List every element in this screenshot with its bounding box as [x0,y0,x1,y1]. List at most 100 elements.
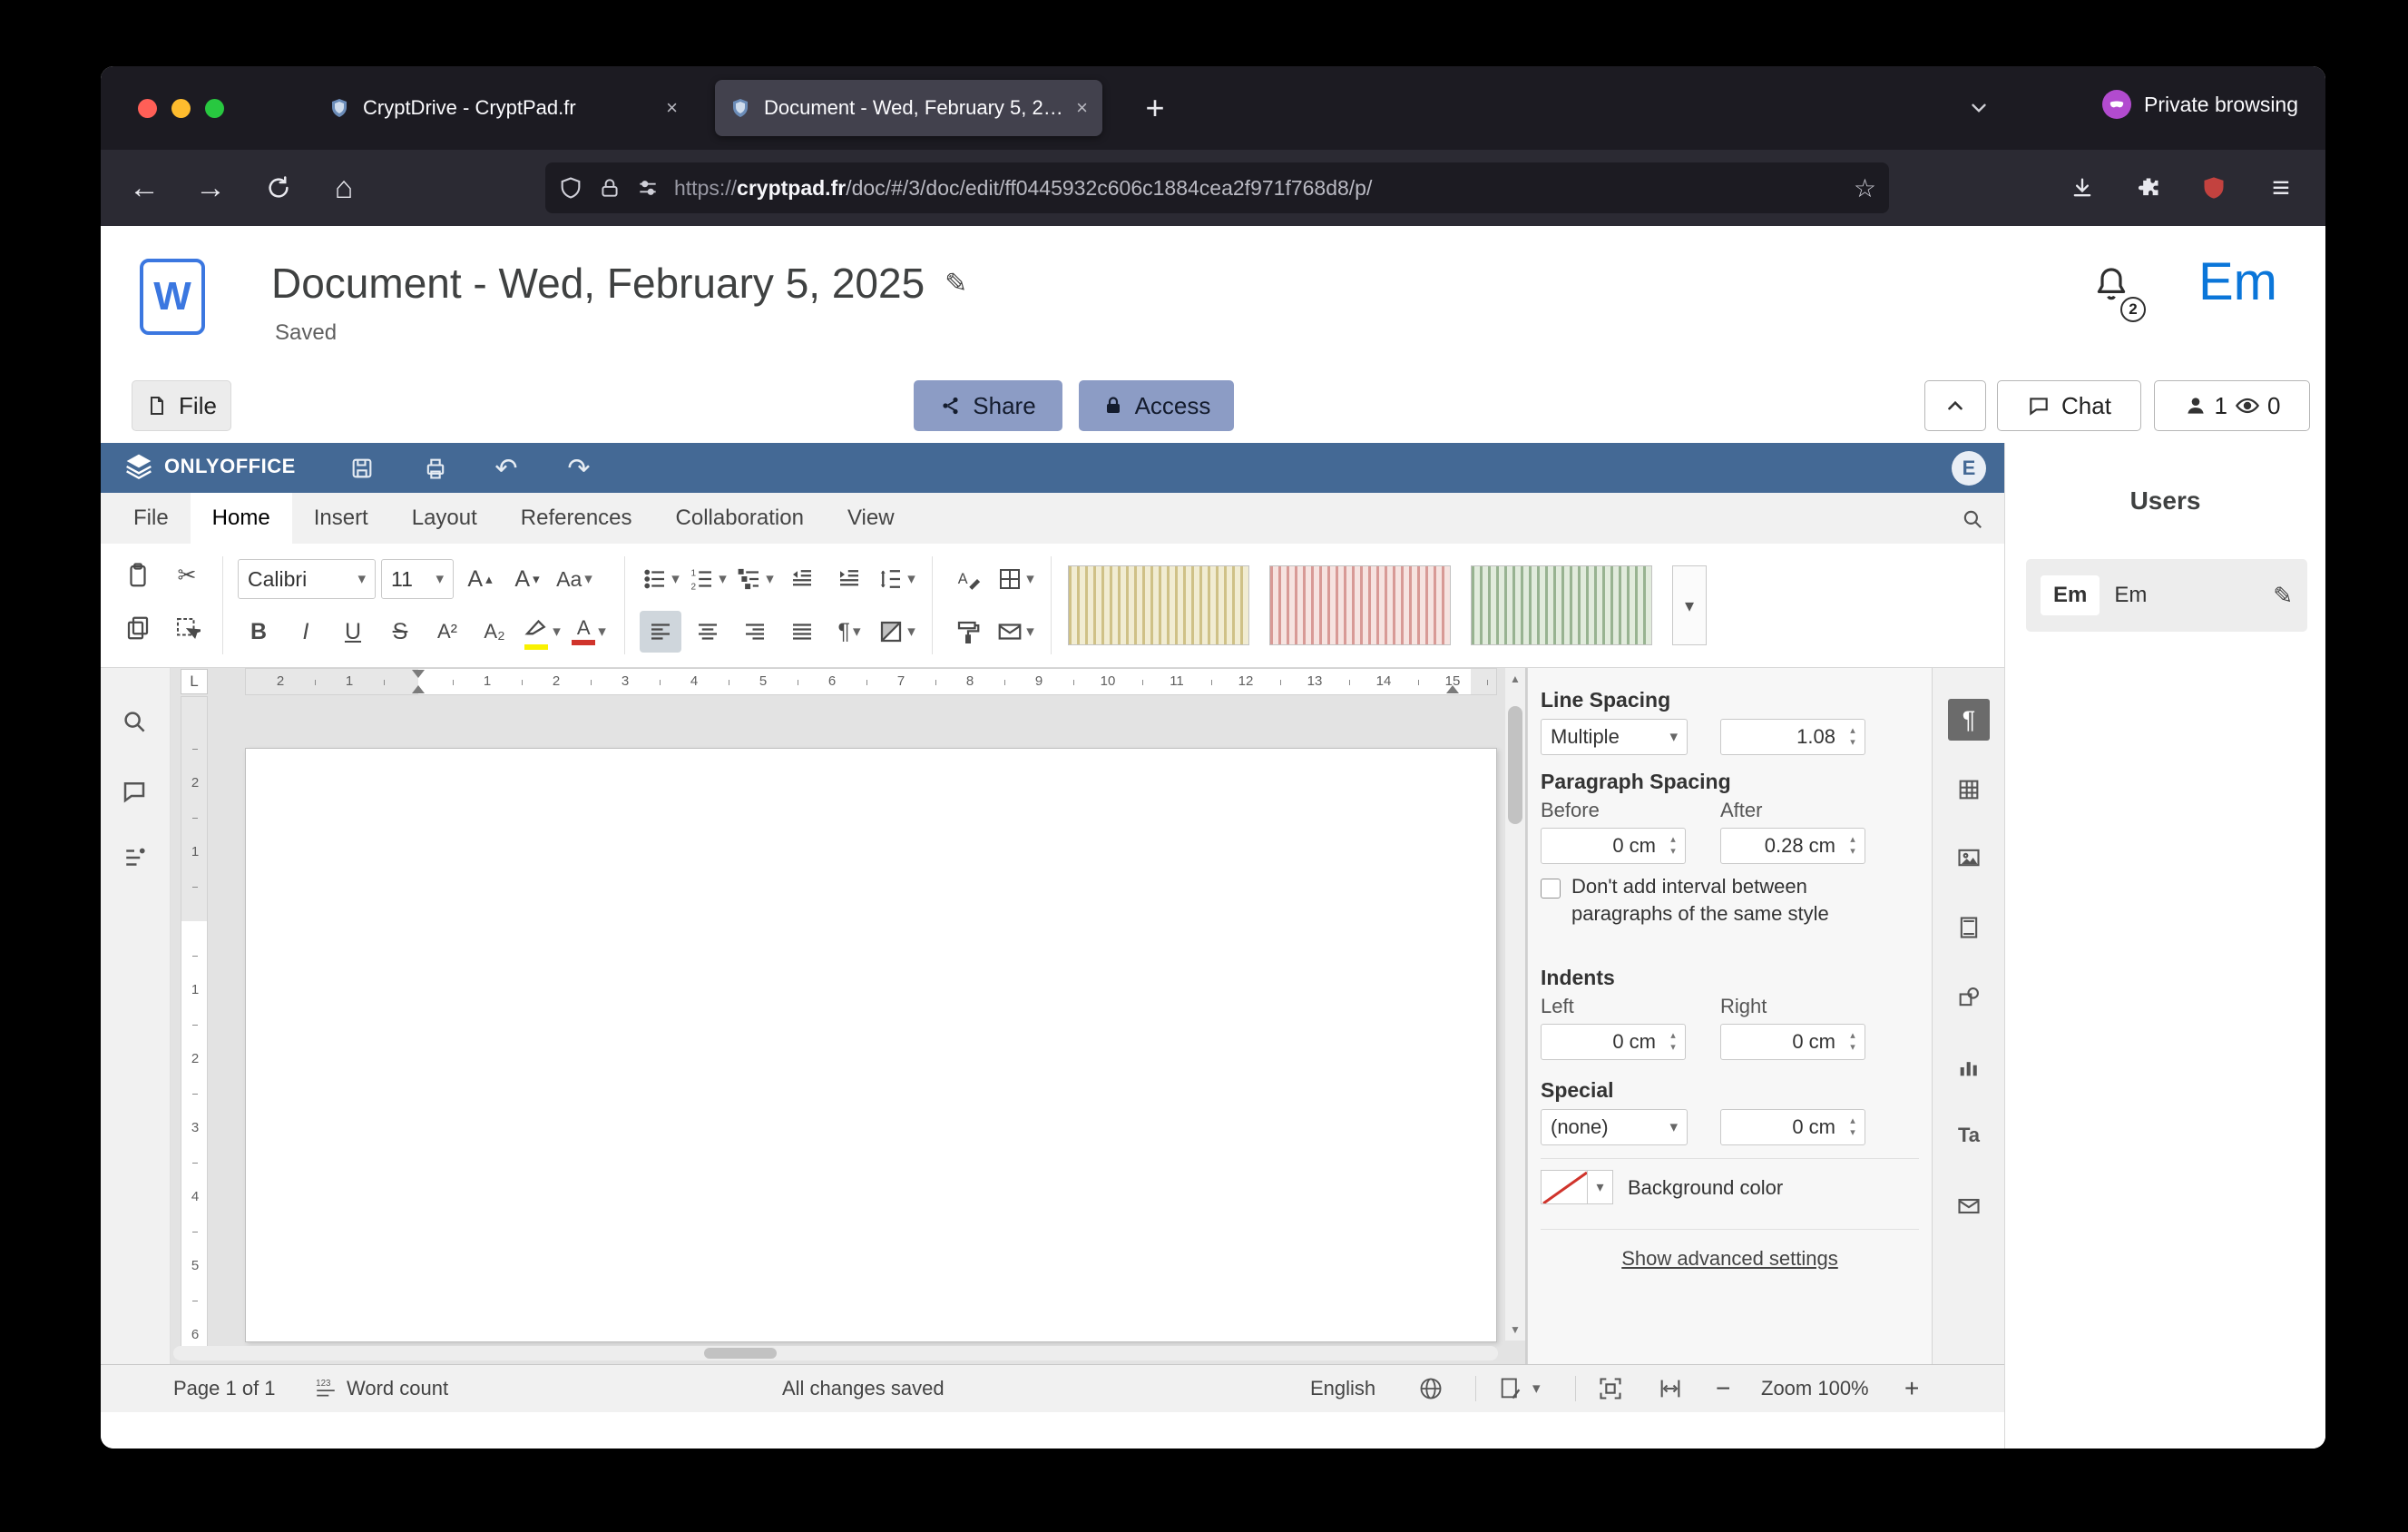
extensions-puzzle-icon[interactable] [2125,164,2172,211]
lock-icon[interactable] [598,176,622,200]
background-color-dropdown[interactable]: ▾ [1588,1170,1613,1204]
tab-overflow-chevron-icon[interactable] [1959,90,1999,126]
special-indent-spinner[interactable]: 0 cm▴▾ [1720,1109,1865,1145]
forward-button[interactable]: → [187,164,234,211]
italic-button[interactable]: I [285,611,327,653]
text-art-settings-icon[interactable]: Ta [1954,1121,1983,1150]
file-button[interactable]: File [132,380,231,431]
no-interval-checkbox[interactable] [1541,879,1561,899]
spacing-after-spinner[interactable]: 0.28 cm▴▾ [1720,828,1865,864]
comments-icon[interactable] [121,778,152,809]
vertical-scroll-thumb[interactable] [1508,706,1522,824]
multilevel-list-button[interactable]: ▾ [734,558,776,600]
first-line-indent-marker[interactable] [412,670,425,678]
app-menu-button[interactable]: ≡ [2257,164,2305,211]
bold-button[interactable]: B [238,611,279,653]
cut-icon[interactable]: ✂ [164,555,210,596]
downloads-button[interactable] [2059,164,2106,211]
clear-style-button[interactable]: A [947,558,989,600]
vertical-scrollbar[interactable]: ▲ ▼ [1505,668,1525,1340]
decrease-indent-button[interactable] [781,558,823,600]
bookmark-star-icon[interactable]: ☆ [1854,173,1876,203]
justify-button[interactable] [781,611,823,653]
permissions-sliders-icon[interactable] [636,176,660,200]
align-left-button[interactable] [640,611,681,653]
special-indent-select[interactable]: (none)▾ [1541,1109,1688,1145]
font-name-combo[interactable]: Calibri▾ [238,559,376,599]
paste-icon[interactable] [115,555,161,596]
bullet-list-button[interactable]: ▾ [640,558,681,600]
horizontal-scroll-thumb[interactable] [704,1348,777,1359]
search-icon[interactable] [1955,502,1990,536]
horizontal-scrollbar[interactable] [173,1346,1498,1360]
document-page[interactable] [245,748,1497,1342]
window-close-button[interactable] [138,99,157,118]
edit-user-pencil-icon[interactable]: ✎ [2273,582,2293,610]
styles-gallery-expand-button[interactable]: ▾ [1672,565,1707,645]
paragraph-settings-icon[interactable]: ¶ [1948,699,1990,741]
tab-references[interactable]: References [499,493,654,544]
increase-font-button[interactable]: A▴ [459,558,501,600]
notifications-bell-icon[interactable]: 2 [2090,264,2140,320]
left-indent-marker[interactable] [412,685,425,693]
underline-button[interactable]: U [332,611,374,653]
background-color-swatch[interactable] [1541,1170,1588,1204]
style-preview-1[interactable] [1068,565,1249,645]
adblock-shield-icon[interactable] [2190,164,2237,211]
redo-button[interactable]: ↷ [559,448,599,488]
image-settings-icon[interactable] [1954,843,1983,872]
document-language-globe-icon[interactable] [1418,1365,1444,1412]
advanced-settings-link[interactable]: Show advanced settings [1528,1247,1932,1271]
find-icon[interactable] [121,708,152,739]
copy-style-button[interactable] [947,611,989,653]
tab-collaboration[interactable]: Collaboration [654,493,826,544]
print-button[interactable] [416,448,455,488]
scroll-up-icon[interactable]: ▲ [1505,668,1525,690]
ruler-vertical[interactable]: 21123456 [181,696,208,1351]
editor-user-avatar[interactable]: E [1952,451,1986,486]
access-button[interactable]: Access [1079,380,1234,431]
user-avatar[interactable]: Em [2198,251,2277,312]
zoom-out-button[interactable]: − [1716,1365,1730,1412]
page-indicator[interactable]: Page 1 of 1 [173,1365,276,1412]
line-spacing-button[interactable]: ▾ [876,558,917,600]
tab-layout[interactable]: Layout [390,493,499,544]
user-list-item[interactable]: Em Em ✎ [2026,559,2307,632]
language-selector[interactable]: English [1310,1365,1375,1412]
select-all-icon[interactable] [164,607,210,649]
style-preview-3[interactable] [1471,565,1652,645]
edit-title-pencil-icon[interactable]: ✎ [945,268,967,300]
tab-insert[interactable]: Insert [292,493,390,544]
tab-view[interactable]: View [826,493,916,544]
collapse-toolbar-button[interactable] [1924,380,1986,431]
participants-button[interactable]: 1 0 [2154,380,2310,431]
increase-indent-button[interactable] [828,558,870,600]
tab-home[interactable]: Home [191,493,292,544]
line-spacing-select[interactable]: Multiple▾ [1541,719,1688,755]
indent-right-spinner[interactable]: 0 cm▴▾ [1720,1024,1865,1060]
tab-document[interactable]: Document - Wed, February 5, 2025 × [715,80,1102,136]
reload-button[interactable] [255,164,302,211]
save-button[interactable] [342,448,382,488]
font-color-button[interactable]: A ▾ [568,611,610,653]
nonprinting-characters-button[interactable]: ¶▾ [828,611,870,653]
subscript-button[interactable]: A₂ [474,611,515,653]
tracking-shield-icon[interactable] [558,175,583,201]
share-button[interactable]: Share [914,380,1062,431]
numbered-list-button[interactable]: 12▾ [687,558,729,600]
new-tab-button[interactable]: + [1134,87,1176,129]
style-preview-2[interactable] [1269,565,1451,645]
spell-checking-button[interactable]: ▾ [1498,1365,1541,1412]
chart-settings-icon[interactable] [1954,1053,1983,1082]
indent-left-spinner[interactable]: 0 cm▴▾ [1541,1024,1686,1060]
paragraph-shading-button[interactable]: ▾ [876,611,917,653]
line-spacing-value-spinner[interactable]: 1.08▴▾ [1720,719,1865,755]
word-count-icon[interactable]: 123 Word count [314,1365,448,1412]
close-icon[interactable]: × [1076,96,1088,120]
window-minimize-button[interactable] [171,99,191,118]
align-right-button[interactable] [734,611,776,653]
shape-settings-icon[interactable] [1954,983,1983,1012]
undo-button[interactable]: ↶ [486,448,526,488]
back-button[interactable]: ← [121,164,168,211]
font-size-combo[interactable]: 11▾ [381,559,454,599]
